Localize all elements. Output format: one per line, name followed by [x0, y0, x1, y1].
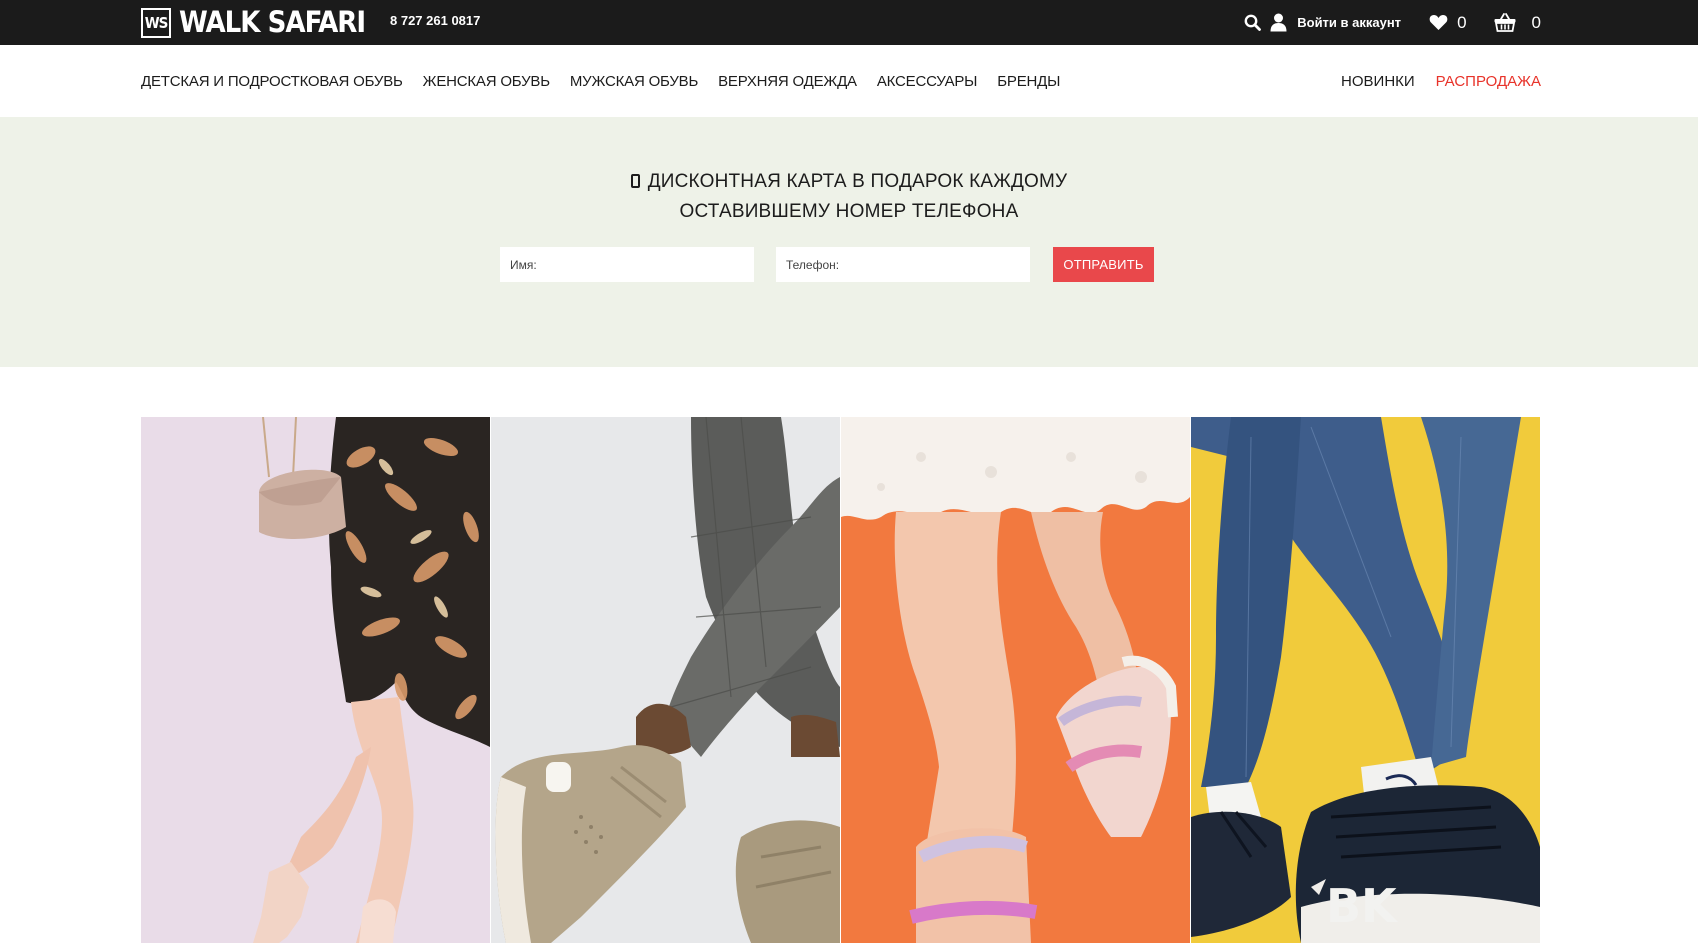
promo-title-line-1: ДИСКОНТНАЯ КАРТА В ПОДАРОК КАЖДОМУ	[0, 167, 1698, 197]
header-phone[interactable]: 8 727 261 0817	[390, 13, 480, 28]
logo[interactable]: WS WALK SAFARI	[141, 5, 366, 39]
photo-kids-sandals	[841, 417, 1190, 943]
logo-text: WALK SAFARI	[179, 5, 366, 39]
nav-item-kids-shoes[interactable]: ДЕТСКАЯ И ПОДРОСТКОВАЯ ОБУВЬ	[141, 73, 403, 90]
photo-tile-kids[interactable]	[841, 417, 1190, 943]
photo-tile-teens[interactable]: BK	[1191, 417, 1540, 943]
phone-icon	[630, 174, 640, 188]
promo-title-text-1: ДИСКОНТНАЯ КАРТА В ПОДАРОК КАЖДОМУ	[647, 171, 1068, 192]
user-icon[interactable]	[1270, 13, 1287, 32]
favorites-count[interactable]: 0	[1457, 13, 1466, 33]
photo-teens-sneakers: BK	[1191, 417, 1540, 943]
search-icon[interactable]	[1244, 14, 1262, 31]
main-nav: ДЕТСКАЯ И ПОДРОСТКОВАЯ ОБУВЬ ЖЕНСКАЯ ОБУ…	[0, 45, 1698, 117]
promo-form: ОТПРАВИТЬ	[500, 247, 1154, 282]
phone-input[interactable]	[776, 247, 1030, 282]
category-photo-grid: BK	[141, 417, 1540, 943]
header-actions: Войти в аккаунт 0 0	[1244, 0, 1541, 45]
nav-item-men-shoes[interactable]: МУЖСКАЯ ОБУВЬ	[570, 73, 698, 90]
top-bar: WS WALK SAFARI 8 727 261 0817 Войти в ак…	[0, 0, 1698, 45]
heart-icon[interactable]	[1429, 14, 1448, 31]
nav-item-accessories[interactable]: АКСЕССУАРЫ	[877, 73, 978, 90]
nav-item-new[interactable]: НОВИНКИ	[1341, 73, 1415, 90]
discount-card-promo: ДИСКОНТНАЯ КАРТА В ПОДАРОК КАЖДОМУ ОСТАВ…	[0, 117, 1698, 367]
nav-categories: ДЕТСКАЯ И ПОДРОСТКОВАЯ ОБУВЬ ЖЕНСКАЯ ОБУ…	[141, 45, 1080, 117]
login-link[interactable]: Войти в аккаунт	[1297, 15, 1401, 30]
photo-women-heels	[141, 417, 490, 943]
promo-title: ДИСКОНТНАЯ КАРТА В ПОДАРОК КАЖДОМУ ОСТАВ…	[0, 167, 1698, 227]
cart-count[interactable]: 0	[1532, 13, 1541, 33]
nav-item-brands[interactable]: БРЕНДЫ	[997, 73, 1060, 90]
basket-icon[interactable]	[1494, 13, 1516, 32]
photo-men-sneakers	[491, 417, 840, 943]
photo-tile-men[interactable]	[491, 417, 840, 943]
nav-item-sale[interactable]: РАСПРОДАЖА	[1436, 73, 1541, 90]
photo-tile-women[interactable]	[141, 417, 490, 943]
nav-highlights: НОВИНКИ РАСПРОДАЖА	[1320, 45, 1541, 117]
promo-title-line-2: ОСТАВИВШЕМУ НОМЕР ТЕЛЕФОНА	[679, 201, 1019, 222]
nav-item-women-shoes[interactable]: ЖЕНСКАЯ ОБУВЬ	[423, 73, 550, 90]
submit-button[interactable]: ОТПРАВИТЬ	[1053, 247, 1154, 282]
svg-text:BK: BK	[1326, 879, 1399, 933]
nav-item-outerwear[interactable]: ВЕРХНЯЯ ОДЕЖДА	[718, 73, 857, 90]
name-input[interactable]	[500, 247, 754, 282]
logo-mark: WS	[141, 7, 171, 38]
